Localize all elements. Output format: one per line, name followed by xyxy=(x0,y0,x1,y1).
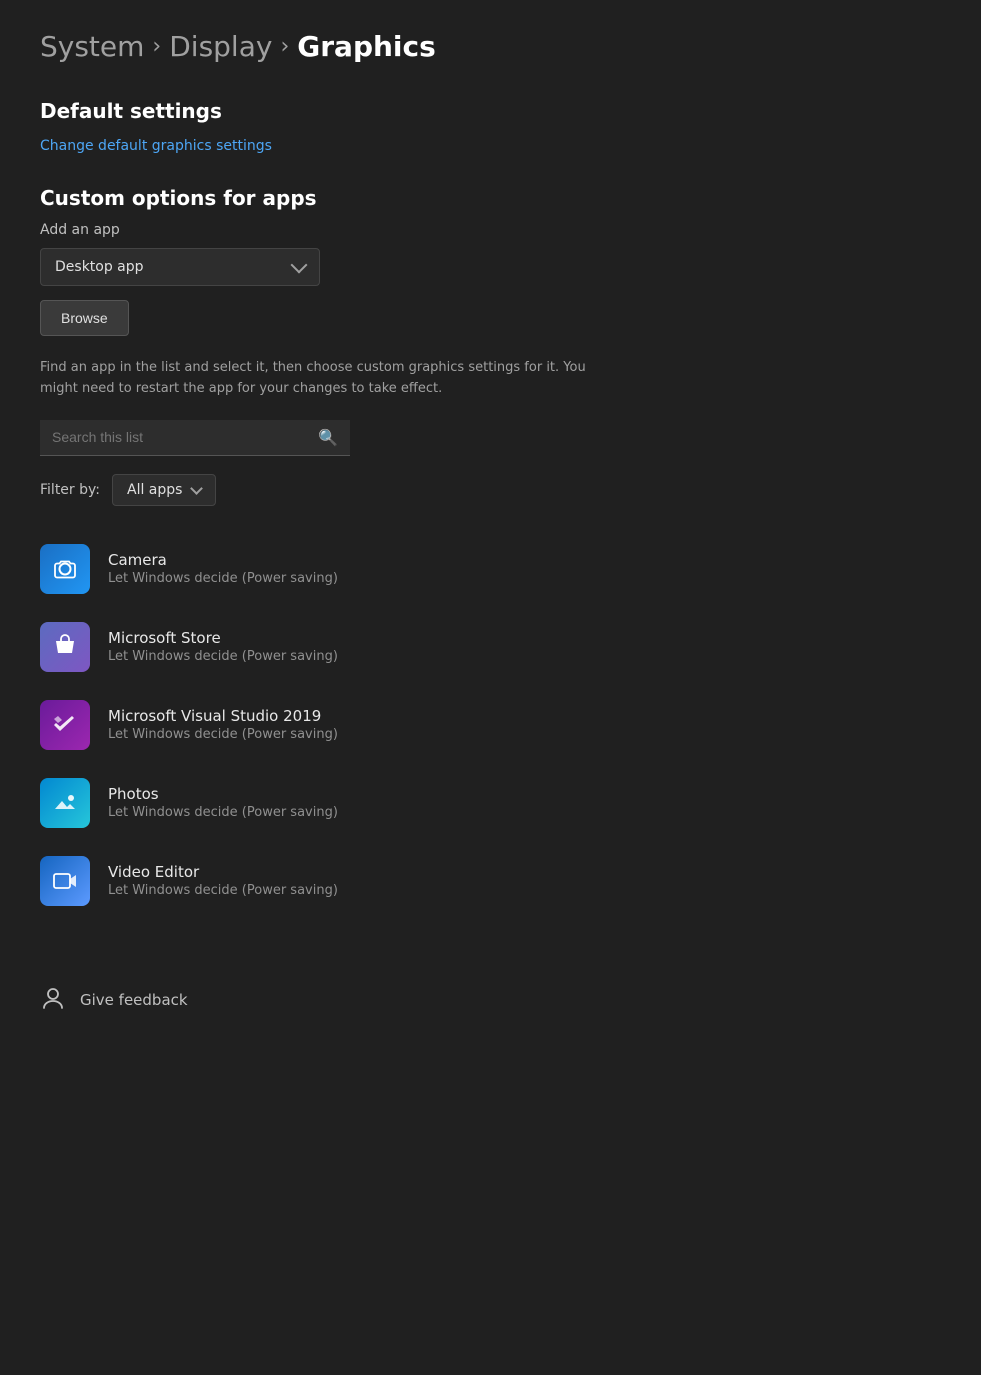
list-item[interactable]: Video Editor Let Windows decide (Power s… xyxy=(40,842,941,920)
change-default-graphics-link[interactable]: Change default graphics settings xyxy=(40,138,272,154)
chevron-down-icon xyxy=(291,257,308,274)
default-settings-title: Default settings xyxy=(40,99,941,123)
app-name: Microsoft Store xyxy=(108,629,338,647)
app-info: Microsoft Store Let Windows decide (Powe… xyxy=(108,629,338,664)
chevron-down-icon xyxy=(191,482,204,495)
breadcrumb-graphics: Graphics xyxy=(297,30,436,63)
app-setting: Let Windows decide (Power saving) xyxy=(108,571,338,586)
dropdown-value: Desktop app xyxy=(55,259,144,275)
feedback-icon xyxy=(40,984,66,1016)
app-info: Microsoft Visual Studio 2019 Let Windows… xyxy=(108,707,338,742)
hint-text: Find an app in the list and select it, t… xyxy=(40,358,600,400)
feedback-link[interactable]: Give feedback xyxy=(80,991,188,1009)
custom-options-title: Custom options for apps xyxy=(40,186,941,210)
breadcrumb-display[interactable]: Display xyxy=(169,30,272,63)
app-icon-store xyxy=(40,622,90,672)
browse-button[interactable]: Browse xyxy=(40,300,129,336)
app-name: Photos xyxy=(108,785,338,803)
app-info: Photos Let Windows decide (Power saving) xyxy=(108,785,338,820)
app-icon-vs xyxy=(40,700,90,750)
search-box: 🔍 xyxy=(40,420,350,456)
app-setting: Let Windows decide (Power saving) xyxy=(108,727,338,742)
desktop-app-dropdown[interactable]: Desktop app xyxy=(40,248,320,286)
add-app-label: Add an app xyxy=(40,222,941,238)
feedback-section: Give feedback xyxy=(40,968,941,1016)
filter-label: Filter by: xyxy=(40,482,100,498)
default-settings-section: Default settings Change default graphics… xyxy=(40,99,941,154)
app-name: Video Editor xyxy=(108,863,338,881)
list-item[interactable]: Microsoft Store Let Windows decide (Powe… xyxy=(40,608,941,686)
search-input[interactable] xyxy=(52,429,310,445)
app-setting: Let Windows decide (Power saving) xyxy=(108,883,338,898)
app-info: Camera Let Windows decide (Power saving) xyxy=(108,551,338,586)
list-item[interactable]: Photos Let Windows decide (Power saving) xyxy=(40,764,941,842)
app-list: Camera Let Windows decide (Power saving)… xyxy=(40,530,941,920)
breadcrumb-sep-2: › xyxy=(280,34,289,59)
app-info: Video Editor Let Windows decide (Power s… xyxy=(108,863,338,898)
breadcrumb: System › Display › Graphics xyxy=(40,30,941,63)
list-item[interactable]: Microsoft Visual Studio 2019 Let Windows… xyxy=(40,686,941,764)
breadcrumb-sep-1: › xyxy=(152,34,161,59)
app-name: Camera xyxy=(108,551,338,569)
app-setting: Let Windows decide (Power saving) xyxy=(108,805,338,820)
filter-row: Filter by: All apps xyxy=(40,474,941,506)
app-setting: Let Windows decide (Power saving) xyxy=(108,649,338,664)
app-icon-camera xyxy=(40,544,90,594)
custom-options-section: Custom options for apps Add an app Deskt… xyxy=(40,186,941,920)
app-icon-photos xyxy=(40,778,90,828)
app-name: Microsoft Visual Studio 2019 xyxy=(108,707,338,725)
search-icon: 🔍 xyxy=(318,428,338,447)
breadcrumb-system[interactable]: System xyxy=(40,30,144,63)
filter-value: All apps xyxy=(127,482,182,498)
list-item[interactable]: Camera Let Windows decide (Power saving) xyxy=(40,530,941,608)
app-icon-video xyxy=(40,856,90,906)
filter-dropdown[interactable]: All apps xyxy=(112,474,216,506)
